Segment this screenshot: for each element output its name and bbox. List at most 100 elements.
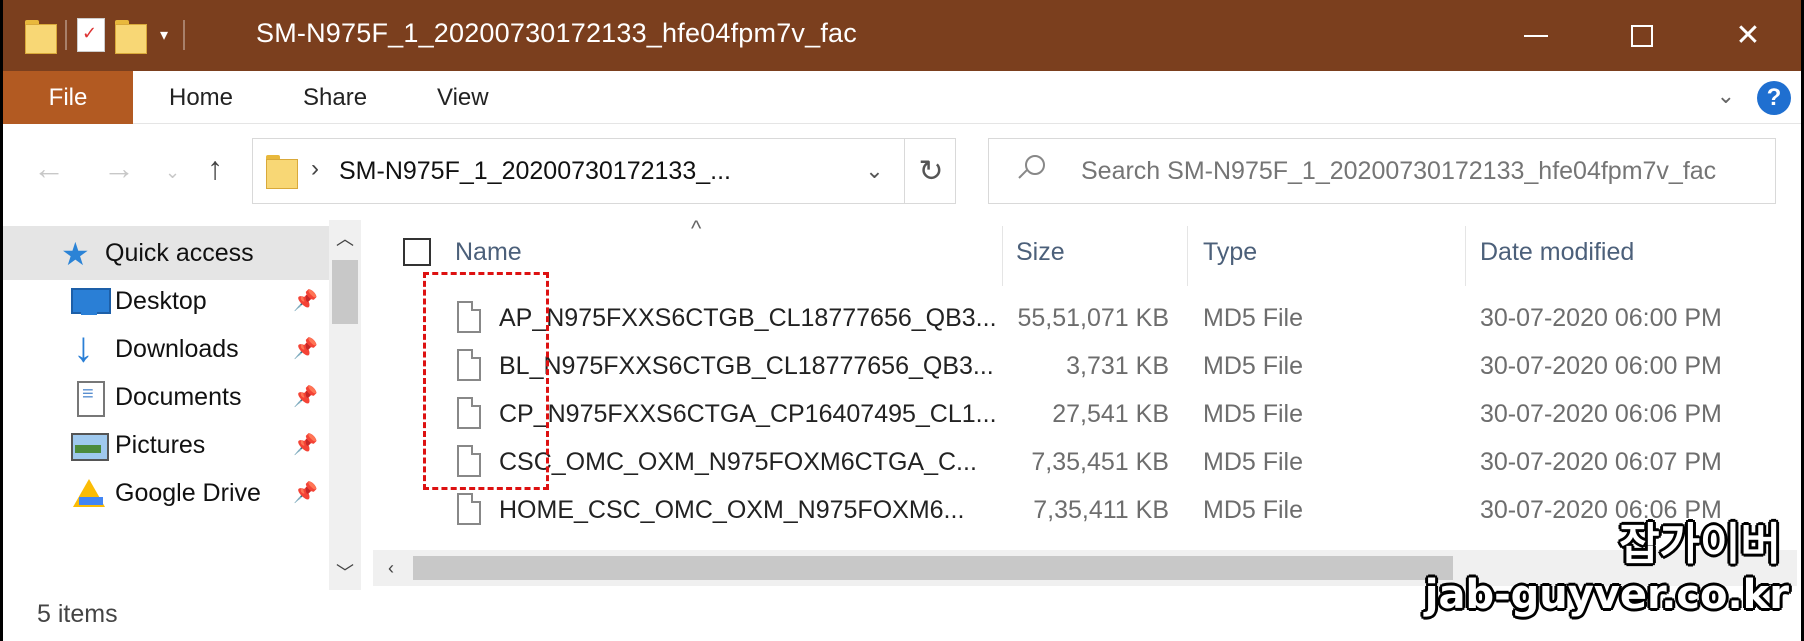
scroll-left-icon[interactable]: ‹	[373, 550, 409, 586]
file-type: MD5 File	[1203, 448, 1304, 476]
watermark-url: jab-guyver.co.kr	[1424, 572, 1789, 618]
nav-item-label: Desktop	[115, 286, 207, 315]
nav-item-label: Quick access	[105, 238, 254, 267]
file-date-modified: 30-07-2020 06:07 PM	[1480, 448, 1722, 476]
file-type: MD5 File	[1203, 304, 1304, 332]
nav-item-label: Downloads	[115, 334, 239, 363]
minimize-button[interactable]	[1483, 0, 1589, 71]
pin-icon: 📌	[293, 434, 318, 456]
pin-icon: 📌	[293, 290, 318, 312]
file-date-modified: 30-07-2020 06:06 PM	[1480, 400, 1722, 428]
search-box[interactable]	[988, 138, 1776, 204]
file-row[interactable]: AP_N975FXXS6CTGB_CL18777656_QB3... 55,51…	[373, 294, 1797, 342]
column-header-size[interactable]: Size	[1016, 232, 1065, 272]
up-arrow-icon[interactable]: ↑	[207, 150, 223, 187]
documents-icon	[71, 381, 107, 417]
toolbar-divider	[65, 20, 67, 50]
file-explorer-window: ▾ SM-N975F_1_20200730172133_hfe04fpm7v_f…	[0, 0, 1804, 641]
downloads-icon	[71, 323, 107, 371]
column-header-date-modified[interactable]: Date modified	[1480, 232, 1634, 272]
file-row[interactable]: HOME_CSC_OMC_OXM_N975FOXM6... 7,35,411 K…	[373, 486, 1797, 534]
pictures-icon	[71, 429, 109, 461]
recent-locations-chevron-icon[interactable]: ⌄	[165, 162, 180, 183]
file-row[interactable]: BL_N975FXXS6CTGB_CL18777656_QB3... 3,731…	[373, 342, 1797, 390]
toolbar-divider	[183, 20, 185, 50]
navigation-pane: Quick access Desktop 📌 Downloads 📌 Docum…	[3, 220, 361, 590]
nav-item-downloads[interactable]: Downloads 📌	[3, 322, 329, 376]
nav-item-pictures[interactable]: Pictures 📌	[3, 418, 329, 472]
google-drive-icon	[71, 477, 107, 509]
forward-arrow-icon[interactable]: →	[103, 150, 135, 187]
expand-ribbon-chevron-icon[interactable]: ⌄	[1717, 83, 1735, 109]
file-icon	[457, 493, 481, 525]
tab-share[interactable]: Share	[303, 71, 367, 124]
address-dropdown-icon[interactable]: ⌄	[845, 139, 905, 203]
minimize-icon	[1524, 34, 1548, 37]
new-folder-icon[interactable]	[115, 18, 147, 54]
file-date-modified: 30-07-2020 06:00 PM	[1480, 352, 1722, 380]
nav-item-label: Google Drive	[115, 478, 261, 507]
nav-item-documents[interactable]: Documents 📌	[3, 370, 329, 424]
maximize-icon	[1631, 24, 1653, 47]
nav-item-desktop[interactable]: Desktop 📌	[3, 274, 329, 328]
window-title: SM-N975F_1_20200730172133_hfe04fpm7v_fac	[256, 18, 857, 48]
pin-icon: 📌	[293, 482, 318, 504]
quick-access-toolbar: ▾	[25, 14, 185, 56]
customize-toolbar-dropdown-icon[interactable]: ▾	[155, 25, 173, 45]
file-row[interactable]: CP_N975FXXS6CTGA_CP16407495_CL1... 27,54…	[373, 390, 1797, 438]
item-count: 5 items	[37, 600, 118, 628]
file-date-modified: 30-07-2020 06:00 PM	[1480, 304, 1722, 332]
file-size: 55,51,071 KB	[1017, 304, 1169, 332]
address-folder-icon	[266, 153, 298, 189]
column-divider[interactable]	[1002, 226, 1003, 286]
scrollbar-thumb[interactable]	[413, 556, 1453, 580]
pin-icon: 📌	[293, 338, 318, 360]
nav-item-quick-access[interactable]: Quick access	[3, 226, 329, 280]
desktop-icon	[71, 285, 111, 317]
back-arrow-icon[interactable]: ←	[33, 150, 65, 187]
file-size: 7,35,451 KB	[1031, 448, 1169, 476]
address-path[interactable]: SM-N975F_1_20200730172133_...	[339, 157, 731, 186]
close-button[interactable]: ✕	[1695, 0, 1801, 71]
column-header-type[interactable]: Type	[1203, 232, 1257, 272]
watermark-korean: 잡가이버	[1619, 519, 1781, 570]
nav-item-label: Pictures	[115, 430, 206, 459]
title-bar: ▾ SM-N975F_1_20200730172133_hfe04fpm7v_f…	[3, 0, 1801, 71]
folder-icon	[25, 18, 57, 54]
scroll-down-icon[interactable]: ﹀	[329, 554, 361, 590]
tab-view[interactable]: View	[437, 71, 489, 124]
close-icon: ✕	[1735, 19, 1761, 52]
tab-home[interactable]: Home	[169, 71, 233, 124]
pin-icon: 📌	[293, 386, 318, 408]
file-type: MD5 File	[1203, 496, 1304, 524]
properties-icon[interactable]	[77, 18, 105, 52]
nav-pane-scrollbar[interactable]: ︿ ﹀	[329, 220, 361, 590]
select-all-checkbox[interactable]	[403, 238, 431, 266]
ribbon-tabs: File Home Share View ⌄ ?	[3, 71, 1801, 124]
scroll-up-icon[interactable]: ︿	[329, 220, 361, 256]
nav-item-google-drive[interactable]: Google Drive 📌	[3, 466, 329, 520]
column-divider[interactable]	[1187, 226, 1188, 286]
scrollbar-thumb[interactable]	[332, 260, 358, 324]
file-list: ^ Name Size Type Date modified AP_N975FX…	[373, 216, 1797, 590]
nav-item-label: Documents	[115, 382, 242, 411]
breadcrumb-chevron-icon[interactable]: ›	[311, 155, 319, 183]
file-row[interactable]: CSC_OMC_OXM_N975FOXM6CTGA_C... 7,35,451 …	[373, 438, 1797, 486]
maximize-button[interactable]	[1589, 0, 1695, 71]
search-icon	[1018, 155, 1045, 185]
file-type: MD5 File	[1203, 352, 1304, 380]
file-size: 7,35,411 KB	[1033, 496, 1169, 524]
sort-ascending-icon: ^	[691, 216, 702, 241]
star-icon	[61, 235, 97, 273]
tab-file[interactable]: File	[3, 71, 133, 124]
column-header-name[interactable]: Name	[455, 232, 522, 272]
file-size: 27,541 KB	[1052, 400, 1169, 428]
help-icon[interactable]: ?	[1757, 81, 1791, 115]
annotation-highlight-box	[423, 272, 549, 490]
file-type: MD5 File	[1203, 400, 1304, 428]
search-input[interactable]	[1081, 157, 1761, 186]
navigation-bar: ← → ⌄ ↑ › SM-N975F_1_20200730172133_... …	[3, 124, 1801, 220]
address-bar[interactable]: › SM-N975F_1_20200730172133_... ⌄ ↻	[252, 138, 956, 204]
refresh-icon[interactable]: ↻	[905, 139, 957, 203]
column-divider[interactable]	[1465, 226, 1466, 286]
